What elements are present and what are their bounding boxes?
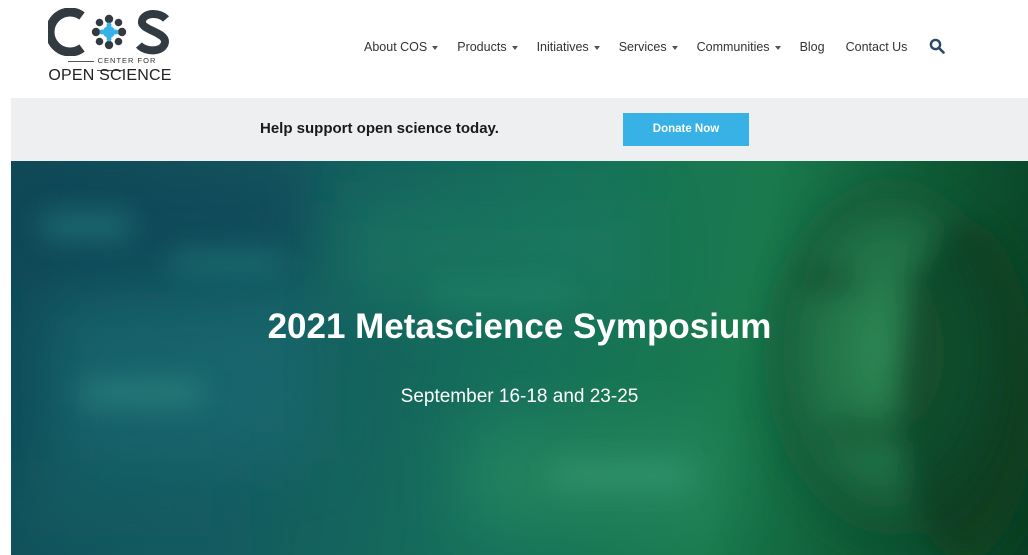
logo-tagline-bottom: OPEN SCIENCE xyxy=(48,67,172,84)
hero-subtitle: September 16-18 and 23-25 xyxy=(400,386,639,407)
nav-communities[interactable]: Communities xyxy=(697,40,781,54)
nav-about-cos[interactable]: About COS xyxy=(364,40,439,54)
hero-title: 2021 Metascience Symposium xyxy=(267,307,772,346)
nav-label: Blog xyxy=(799,40,825,54)
nav-label: Communities xyxy=(696,40,770,54)
nav-label: Initiatives xyxy=(536,40,589,54)
nav-initiatives[interactable]: Initiatives xyxy=(537,40,600,54)
cos-logo-mark xyxy=(48,8,170,56)
nav-label: About COS xyxy=(364,40,428,54)
chevron-down-icon xyxy=(671,45,678,50)
nav-label: Services xyxy=(618,40,667,54)
nav-products[interactable]: Products xyxy=(457,40,518,54)
chevron-down-icon xyxy=(774,45,781,50)
nav-label: Contact Us xyxy=(845,40,908,54)
donate-banner: Help support open science today. Donate … xyxy=(11,98,1028,161)
chevron-down-icon xyxy=(593,45,600,50)
main-nav: About COS Products Initiatives Services … xyxy=(364,38,946,54)
donate-message: Help support open science today. xyxy=(260,120,499,137)
chevron-down-icon xyxy=(511,45,518,50)
nav-label: Products xyxy=(457,40,507,54)
nav-blog[interactable]: Blog xyxy=(800,40,825,54)
donate-now-button[interactable]: Donate Now xyxy=(623,113,749,146)
site-header: CENTER FOR OPEN SCIENCE About COS Produc… xyxy=(0,0,1028,98)
nav-services[interactable]: Services xyxy=(619,40,678,54)
hero-background-image xyxy=(11,161,1028,555)
nav-contact-us[interactable]: Contact Us xyxy=(846,40,908,54)
chevron-down-icon xyxy=(432,45,439,50)
cos-logo[interactable]: CENTER FOR OPEN SCIENCE xyxy=(48,8,172,90)
search-icon[interactable] xyxy=(929,38,946,54)
hero-banner: 2021 Metascience Symposium September 16-… xyxy=(11,161,1028,555)
